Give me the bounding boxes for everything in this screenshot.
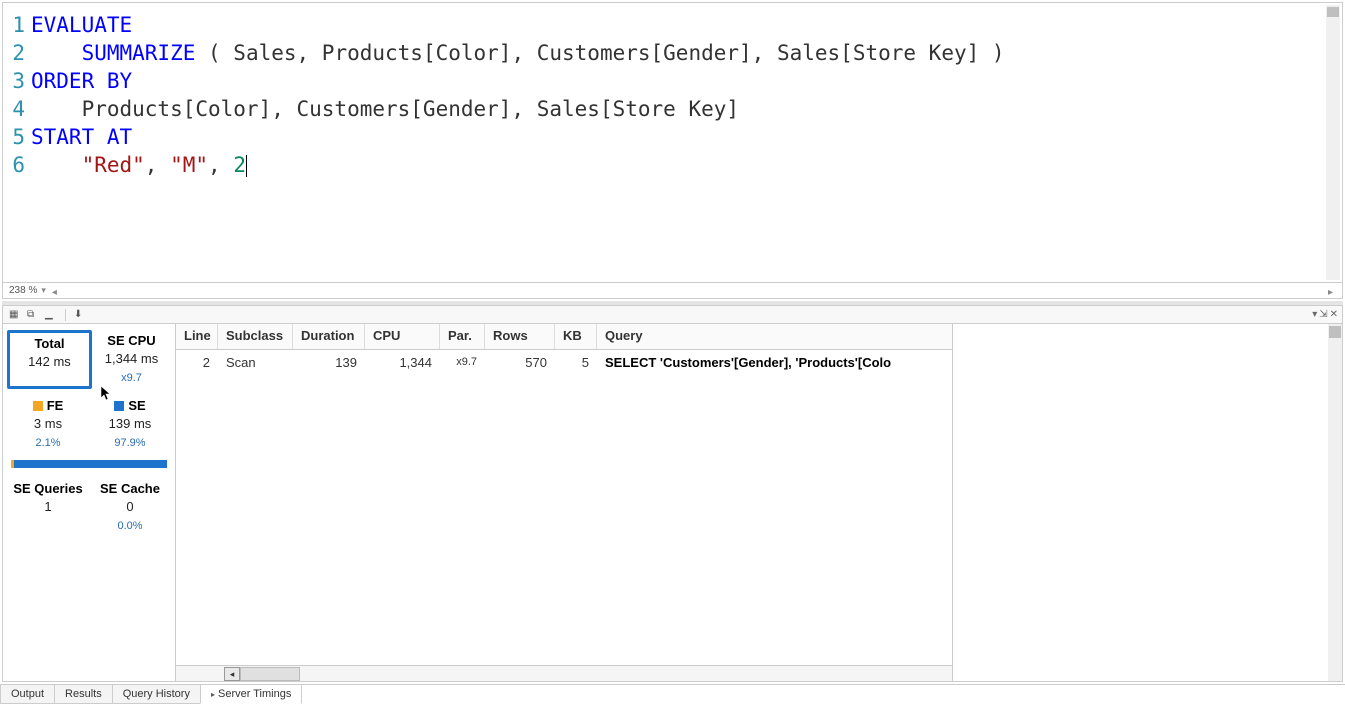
code-content[interactable]: Products[Color], Customers[Gender], Sale… — [31, 95, 739, 123]
close-panel-icon[interactable]: ✕ — [1330, 309, 1338, 320]
hscroll-right-icon[interactable]: ▸ — [1328, 287, 1336, 295]
stat-se-cache: SE Cache 0 0.0% — [89, 478, 171, 537]
detail-vscrollbar[interactable] — [1328, 324, 1342, 681]
col-subclass[interactable]: Subclass — [218, 324, 293, 349]
hscroll-thumb[interactable] — [240, 667, 300, 681]
bottom-tabs: Output Results Query History ▸ Server Ti… — [0, 684, 1345, 704]
toolbar-icon-3[interactable]: ▁ — [45, 309, 57, 321]
code-editor-pane: 1EVALUATE2 SUMMARIZE ( Sales, Products[C… — [2, 2, 1343, 299]
toolbar-separator — [65, 309, 66, 321]
server-timings-pane: ▦ ⧉ ▁ ⬇ ▾ ⇲ ✕ Total 142 ms SE CPU 1,344 … — [2, 305, 1343, 682]
scroll-thumb[interactable] — [1329, 326, 1341, 338]
col-cpu[interactable]: CPU — [365, 324, 440, 349]
query-detail-pane — [952, 324, 1342, 681]
zoom-dropdown-icon[interactable]: ▾ — [41, 285, 46, 296]
stat-se: SE 139 ms 97.9% — [89, 395, 171, 454]
grid-hscrollbar[interactable]: ◂ ▸ — [176, 665, 952, 681]
code-line[interactable]: 5START AT — [3, 123, 1342, 151]
text-cursor — [246, 155, 247, 177]
toolbar-icon-1[interactable]: ▦ — [9, 309, 21, 321]
line-number: 1 — [3, 11, 31, 39]
col-line[interactable]: Line — [176, 324, 218, 349]
col-par[interactable]: Par. — [440, 324, 485, 349]
fe-legend-icon — [33, 401, 43, 411]
se-legend-icon — [114, 401, 124, 411]
code-content[interactable]: SUMMARIZE ( Sales, Products[Color], Cust… — [31, 39, 1005, 67]
tab-results[interactable]: Results — [54, 685, 113, 704]
stat-se-cpu: SE CPU 1,344 ms x9.7 — [92, 330, 171, 389]
line-number: 6 — [3, 151, 31, 179]
cell-sub: Scan — [218, 353, 293, 372]
table-row[interactable]: 2Scan1391,344x9.75705SELECT 'Customers'[… — [176, 350, 952, 374]
line-number: 3 — [3, 67, 31, 95]
code-editor[interactable]: 1EVALUATE2 SUMMARIZE ( Sales, Products[C… — [3, 3, 1342, 282]
code-line[interactable]: 2 SUMMARIZE ( Sales, Products[Color], Cu… — [3, 39, 1342, 67]
stat-se-queries: SE Queries 1 — [7, 478, 89, 537]
panel-menu-icon[interactable]: ▾ — [1312, 309, 1317, 320]
cell-cpu: 1,344 — [365, 353, 440, 372]
toolbar-icon-2[interactable]: ⧉ — [27, 309, 39, 321]
stat-total: Total 142 ms — [7, 330, 92, 389]
active-tab-icon: ▸ — [211, 690, 215, 699]
col-duration[interactable]: Duration — [293, 324, 365, 349]
pin-icon[interactable]: ⇲ — [1319, 309, 1327, 320]
tab-query-history[interactable]: Query History — [112, 685, 201, 704]
col-rows[interactable]: Rows — [485, 324, 555, 349]
scroll-thumb[interactable] — [1327, 7, 1339, 17]
code-content[interactable]: "Red", "M", 2 — [31, 151, 247, 179]
download-icon[interactable]: ⬇ — [74, 309, 86, 321]
hscroll-left-button[interactable]: ◂ — [224, 667, 240, 681]
cell-rows: 570 — [485, 353, 555, 372]
editor-vscrollbar[interactable] — [1326, 5, 1340, 280]
code-content[interactable]: EVALUATE — [31, 11, 132, 39]
line-number: 4 — [3, 95, 31, 123]
col-kb[interactable]: KB — [555, 324, 597, 349]
cell-kb: 5 — [555, 353, 597, 372]
code-line[interactable]: 1EVALUATE — [3, 11, 1342, 39]
stat-fe: FE 3 ms 2.1% — [7, 395, 89, 454]
zoom-level[interactable]: 238 % — [9, 285, 37, 296]
code-line[interactable]: 4 Products[Color], Customers[Gender], Sa… — [3, 95, 1342, 123]
col-query[interactable]: Query — [597, 324, 952, 349]
query-grid: Line Subclass Duration CPU Par. Rows KB … — [175, 324, 952, 681]
fe-se-progress-bar — [11, 460, 167, 468]
timings-toolbar: ▦ ⧉ ▁ ⬇ ▾ ⇲ ✕ — [3, 306, 1342, 324]
code-content[interactable]: START AT — [31, 123, 132, 151]
grid-header: Line Subclass Duration CPU Par. Rows KB … — [176, 324, 952, 350]
tab-server-timings[interactable]: ▸ Server Timings — [200, 685, 302, 704]
cell-par: x9.7 — [440, 354, 485, 370]
tab-output[interactable]: Output — [0, 685, 55, 704]
cell-dur: 139 — [293, 353, 365, 372]
timing-stats: Total 142 ms SE CPU 1,344 ms x9.7 FE 3 m… — [3, 324, 175, 681]
hscroll-left-icon[interactable]: ◂ — [52, 287, 60, 295]
se-progress-fill — [14, 460, 167, 468]
code-content[interactable]: ORDER BY — [31, 67, 132, 95]
line-number: 2 — [3, 39, 31, 67]
cell-q: SELECT 'Customers'[Gender], 'Products'[C… — [597, 353, 952, 372]
editor-zoom-bar: 238 % ▾ ◂ ▸ — [3, 282, 1342, 298]
code-line[interactable]: 3ORDER BY — [3, 67, 1342, 95]
code-line[interactable]: 6 "Red", "M", 2 — [3, 151, 1342, 179]
line-number: 5 — [3, 123, 31, 151]
cell-line: 2 — [176, 353, 218, 372]
